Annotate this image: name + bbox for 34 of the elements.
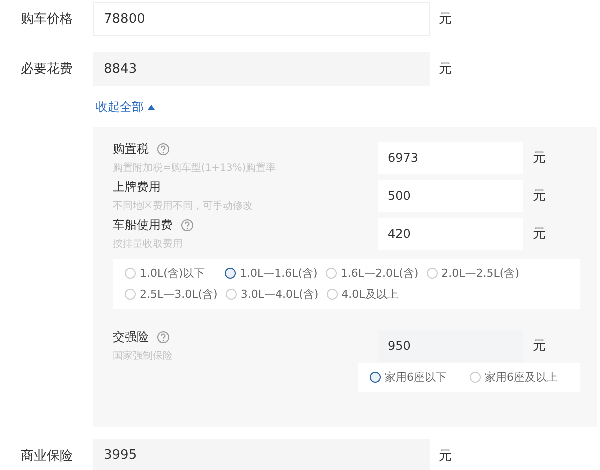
radio-option[interactable]: 1.6L—2.0L(含) [326, 266, 419, 280]
amount-field[interactable]: 950 [378, 330, 523, 362]
unit-label: 元 [533, 226, 546, 242]
amount-field[interactable]: 420 [378, 218, 523, 250]
amount-field[interactable]: 3995 [93, 438, 430, 470]
radio-option[interactable]: 1.0L—1.6L(含) [225, 266, 318, 280]
field-label: 商业保险 [20, 448, 74, 464]
help-icon[interactable] [157, 330, 170, 344]
collapse-link[interactable]: 收起全部 [96, 98, 155, 116]
radio-option[interactable]: 4.0L及以上 [326, 286, 419, 302]
unit-label: 元 [439, 11, 452, 28]
radio-option[interactable]: 家用6座以下 [370, 370, 462, 384]
unit-label: 元 [533, 338, 546, 354]
radio-option[interactable]: 2.5L—3.0L(含) [125, 286, 218, 302]
unit-label: 元 [439, 61, 452, 78]
radio-option[interactable]: 家用6座及以上 [470, 370, 562, 384]
field-label: 必要花费 [20, 61, 74, 78]
unit-label: 元 [533, 150, 546, 166]
item-label: 车船使用费 [113, 216, 173, 234]
unit-label: 元 [439, 448, 452, 464]
amount-field[interactable]: 500 [378, 180, 523, 212]
amount-field[interactable]: 8843 [93, 52, 430, 86]
amount-field[interactable]: 78800 [93, 2, 430, 36]
radio-option[interactable]: 2.0L—2.5L(含) [426, 266, 520, 280]
item-label: 上牌费用 [113, 178, 161, 196]
radio-option[interactable]: 3.0L—4.0L(含) [226, 286, 319, 302]
help-icon[interactable] [157, 142, 170, 156]
help-icon[interactable] [181, 218, 194, 232]
amount-field[interactable]: 6973 [378, 142, 523, 174]
item-label: 交强险 [113, 328, 149, 346]
item-label: 购置税 [113, 140, 149, 158]
radio-option[interactable]: 1.0L(含)以下 [125, 266, 217, 280]
unit-label: 元 [533, 188, 546, 204]
field-label: 购车价格 [20, 11, 74, 28]
